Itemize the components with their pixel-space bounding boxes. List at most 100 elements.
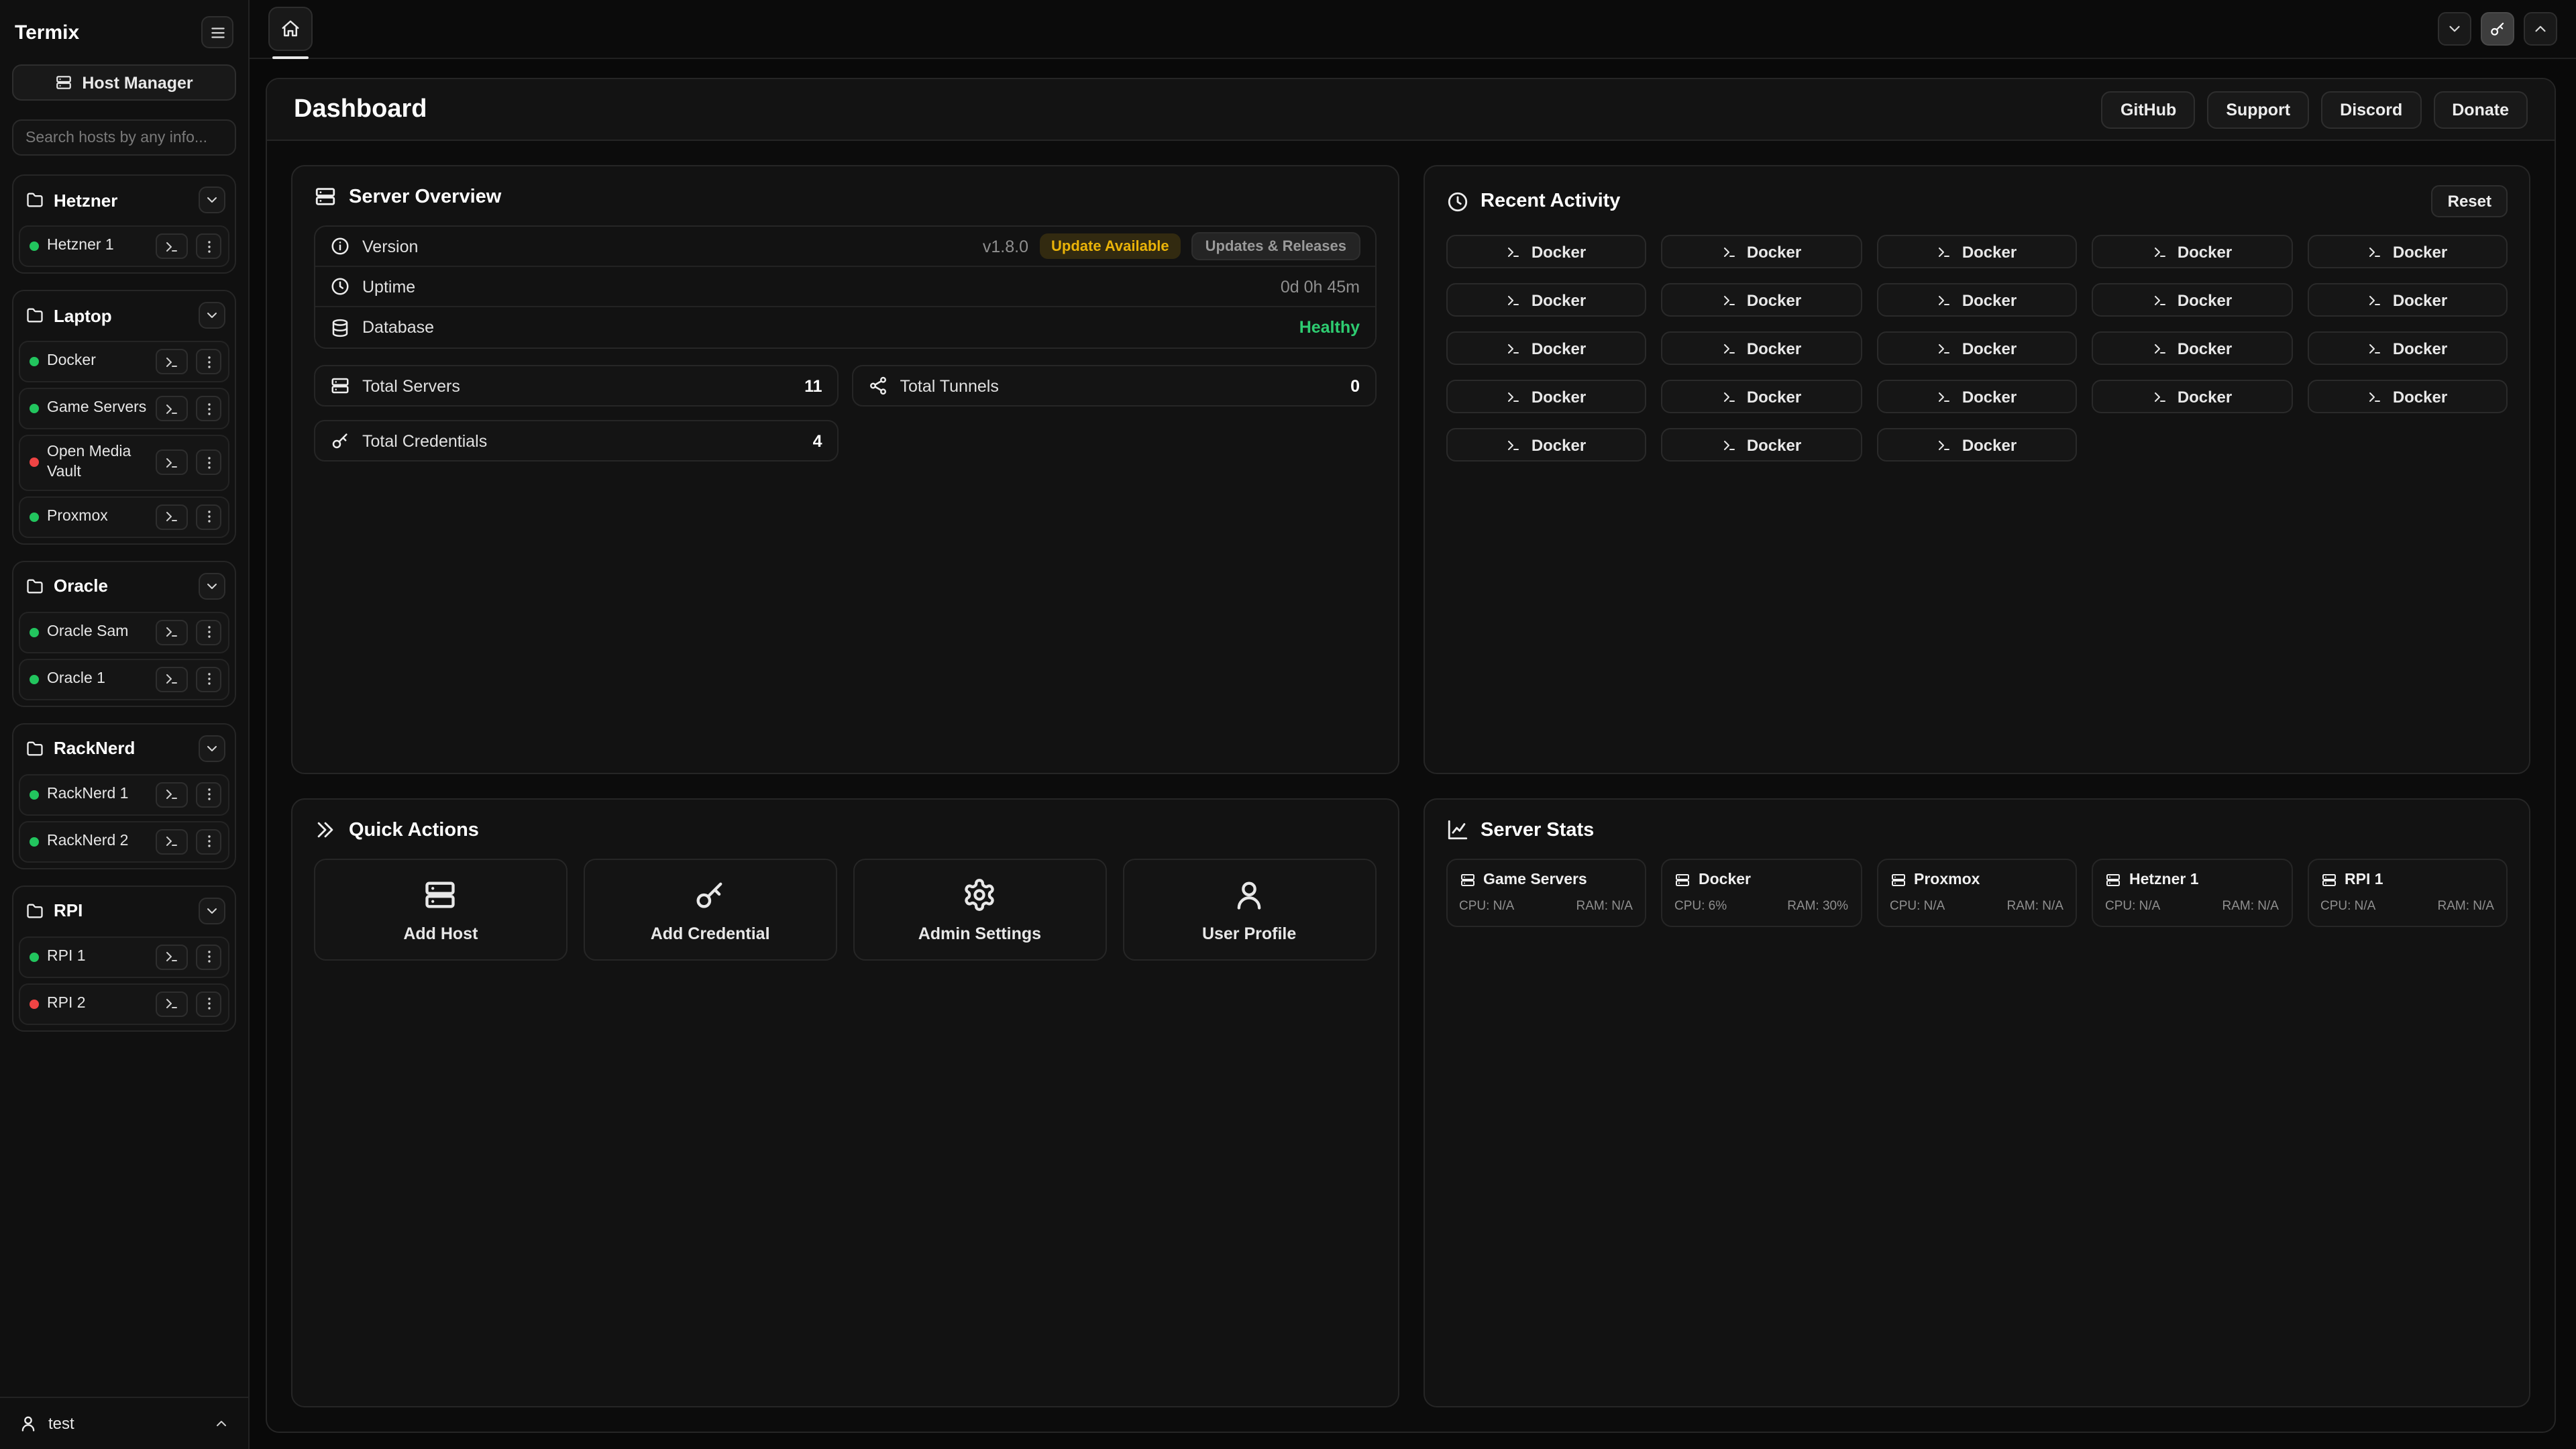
kebab-icon xyxy=(201,400,217,417)
header-link-support[interactable]: Support xyxy=(2207,91,2309,128)
group-collapse-button[interactable] xyxy=(199,302,225,329)
footer-collapse-button[interactable] xyxy=(213,1415,229,1432)
quick-action-user-profile[interactable]: User Profile xyxy=(1122,859,1376,961)
overview-stat-box: Total Tunnels0 xyxy=(852,365,1377,407)
header-link-github[interactable]: GitHub xyxy=(2102,91,2195,128)
chevron-down-icon xyxy=(204,741,220,757)
host-terminal-button[interactable] xyxy=(156,667,188,692)
terminal-icon xyxy=(1721,292,1737,308)
activity-item[interactable]: Docker xyxy=(1446,283,1646,317)
host-options-button[interactable] xyxy=(196,991,221,1017)
activity-item-label: Docker xyxy=(1747,387,1801,406)
recent-activity-title: Recent Activity xyxy=(1481,191,1620,212)
host-item[interactable]: RPI 2 xyxy=(19,983,229,1025)
activity-item[interactable]: Docker xyxy=(1876,283,2077,317)
update-available-badge: Update Available xyxy=(1039,233,1181,259)
activity-item[interactable]: Docker xyxy=(2092,380,2292,413)
activity-item[interactable]: Docker xyxy=(1876,428,2077,462)
activity-item[interactable]: Docker xyxy=(1876,380,2077,413)
host-options-button[interactable] xyxy=(196,233,221,259)
activity-item[interactable]: Docker xyxy=(2307,380,2508,413)
activity-item[interactable]: Docker xyxy=(1446,380,1646,413)
quick-action-add-credential[interactable]: Add Credential xyxy=(584,859,837,961)
host-terminal-button[interactable] xyxy=(156,991,188,1017)
kebab-icon xyxy=(201,834,217,850)
host-item[interactable]: RackNerd 2 xyxy=(19,821,229,863)
sidebar-menu-button[interactable] xyxy=(201,16,233,48)
overview-row: Versionv1.8.0Update AvailableUpdates & R… xyxy=(315,227,1375,267)
group-collapse-button[interactable] xyxy=(199,735,225,762)
activity-item[interactable]: Docker xyxy=(1876,235,2077,268)
quick-action-admin-settings[interactable]: Admin Settings xyxy=(853,859,1107,961)
host-search-input[interactable] xyxy=(12,119,236,156)
host-item[interactable]: RackNerd 1 xyxy=(19,774,229,816)
group-collapse-button[interactable] xyxy=(199,898,225,924)
quick-action-add-host[interactable]: Add Host xyxy=(314,859,568,961)
activity-item[interactable]: Docker xyxy=(1661,235,1862,268)
activity-item[interactable]: Docker xyxy=(2092,283,2292,317)
host-group-header[interactable]: RPI xyxy=(19,892,229,931)
activity-item[interactable]: Docker xyxy=(1446,235,1646,268)
host-terminal-button[interactable] xyxy=(156,620,188,645)
activity-item[interactable]: Docker xyxy=(2092,235,2292,268)
host-terminal-button[interactable] xyxy=(156,504,188,530)
sidebar-footer[interactable]: test xyxy=(0,1397,248,1449)
updates-releases-button[interactable]: Updates & Releases xyxy=(1192,232,1360,260)
tab-home[interactable] xyxy=(268,7,313,51)
host-options-button[interactable] xyxy=(196,829,221,855)
host-manager-button[interactable]: Host Manager xyxy=(12,64,236,101)
activity-item[interactable]: Docker xyxy=(1661,283,1862,317)
server-stat-ram: RAM: N/A xyxy=(2222,899,2279,914)
host-terminal-button[interactable] xyxy=(156,233,188,259)
activity-item[interactable]: Docker xyxy=(1661,331,1862,365)
header-link-donate[interactable]: Donate xyxy=(2433,91,2528,128)
terminal-icon xyxy=(1721,244,1737,260)
activity-item[interactable]: Docker xyxy=(2307,331,2508,365)
host-group-header[interactable]: RackNerd xyxy=(19,730,229,769)
group-collapse-button[interactable] xyxy=(199,573,225,600)
activity-item[interactable]: Docker xyxy=(1876,331,2077,365)
terminal-icon xyxy=(1937,292,1953,308)
activity-item[interactable]: Docker xyxy=(2307,283,2508,317)
host-item[interactable]: Proxmox xyxy=(19,496,229,538)
host-options-button[interactable] xyxy=(196,349,221,374)
host-terminal-button[interactable] xyxy=(156,349,188,374)
group-collapse-button[interactable] xyxy=(199,186,225,213)
activity-item[interactable]: Docker xyxy=(1446,428,1646,462)
header-link-discord[interactable]: Discord xyxy=(2321,91,2421,128)
activity-item[interactable]: Docker xyxy=(1661,380,1862,413)
host-options-button[interactable] xyxy=(196,504,221,530)
ssh-keys-button[interactable] xyxy=(2481,12,2514,46)
reset-button[interactable]: Reset xyxy=(2432,185,2508,217)
activity-item[interactable]: Docker xyxy=(1446,331,1646,365)
host-options-button[interactable] xyxy=(196,945,221,970)
server-stats-grid: Game ServersCPU: N/ARAM: N/ADockerCPU: 6… xyxy=(1446,859,2508,927)
host-item[interactable]: Docker xyxy=(19,341,229,382)
host-group: RPI RPI 1 RPI 2 xyxy=(12,885,236,1032)
host-options-button[interactable] xyxy=(196,782,221,808)
host-options-button[interactable] xyxy=(196,620,221,645)
host-item[interactable]: Open Media Vault xyxy=(19,435,229,491)
server-icon xyxy=(1890,872,1906,888)
tabbar-expand-button[interactable] xyxy=(2524,12,2557,46)
host-group-header[interactable]: Hetzner xyxy=(19,181,229,220)
host-options-button[interactable] xyxy=(196,667,221,692)
host-item[interactable]: Oracle Sam xyxy=(19,612,229,653)
host-terminal-button[interactable] xyxy=(156,396,188,421)
host-group-header[interactable]: Laptop xyxy=(19,297,229,335)
activity-item[interactable]: Docker xyxy=(1661,428,1862,462)
host-group-header[interactable]: Oracle xyxy=(19,568,229,606)
host-terminal-button[interactable] xyxy=(156,782,188,808)
host-options-button[interactable] xyxy=(196,450,221,476)
activity-item[interactable]: Docker xyxy=(2307,235,2508,268)
host-item[interactable]: RPI 1 xyxy=(19,936,229,978)
host-item[interactable]: Game Servers xyxy=(19,388,229,429)
host-terminal-button[interactable] xyxy=(156,450,188,476)
host-terminal-button[interactable] xyxy=(156,829,188,855)
host-terminal-button[interactable] xyxy=(156,945,188,970)
activity-item[interactable]: Docker xyxy=(2092,331,2292,365)
host-item[interactable]: Oracle 1 xyxy=(19,659,229,700)
host-options-button[interactable] xyxy=(196,396,221,421)
tabbar-collapse-button[interactable] xyxy=(2438,12,2471,46)
host-item[interactable]: Hetzner 1 xyxy=(19,225,229,267)
